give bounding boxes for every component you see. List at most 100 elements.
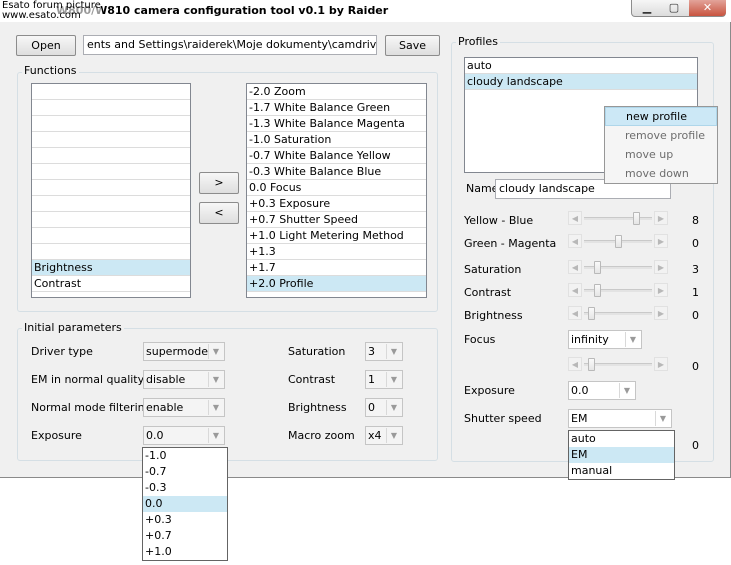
left-arrow-icon[interactable]: ◀: [568, 260, 582, 274]
em-normal-quality-label: EM in normal quality: [31, 373, 145, 386]
driver-type-select[interactable]: supermode ▼: [143, 342, 225, 361]
slider-thumb[interactable]: [594, 261, 602, 274]
profile-exposure-select[interactable]: 0.0 ▼: [568, 381, 636, 400]
profile-brightness-slider[interactable]: ◀ ▶: [568, 305, 668, 322]
shutter-extra-value: 0: [692, 439, 699, 452]
available-function-item[interactable]: [32, 148, 190, 164]
available-function-item[interactable]: [32, 100, 190, 116]
context-menu-item[interactable]: move up: [605, 145, 717, 164]
available-function-item[interactable]: [32, 180, 190, 196]
initial-contrast-select[interactable]: 1 ▼: [365, 370, 403, 389]
exposure-dropdown[interactable]: -1.0 -0.7 -0.3 0.0 +0.3 +0.7 +1.0: [142, 447, 228, 561]
assigned-function-item[interactable]: +1.3: [247, 244, 426, 260]
initial-exposure-select[interactable]: 0.0 ▼: [143, 426, 225, 445]
context-menu-item[interactable]: remove profile: [605, 126, 717, 145]
shutter-speed-option[interactable]: auto: [569, 431, 674, 447]
left-arrow-icon[interactable]: ◀: [568, 211, 582, 225]
open-button[interactable]: Open: [16, 35, 76, 56]
left-arrow-icon[interactable]: ◀: [568, 234, 582, 248]
available-function-item[interactable]: [32, 164, 190, 180]
shutter-speed-select[interactable]: EM ▼: [568, 409, 672, 428]
left-arrow-icon[interactable]: ◀: [568, 306, 582, 320]
macro-zoom-select[interactable]: x4 ▼: [365, 426, 403, 445]
assigned-function-item[interactable]: +2.0 Profile: [247, 276, 426, 292]
chevron-down-icon: ▼: [619, 383, 634, 398]
shutter-speed-option[interactable]: EM: [569, 447, 674, 463]
green-magenta-label: Green - Magenta: [464, 237, 557, 250]
context-menu-item[interactable]: new profile: [605, 107, 717, 126]
available-function-item[interactable]: [32, 132, 190, 148]
assigned-function-item[interactable]: 0.0 Focus: [247, 180, 426, 196]
assigned-function-item[interactable]: +0.3 Exposure: [247, 196, 426, 212]
exposure-option[interactable]: +0.3: [143, 512, 227, 528]
assigned-functions-list[interactable]: -2.0 Zoom -1.7 White Balance Green -1.3 Wh…: [246, 83, 427, 298]
available-function-item[interactable]: [32, 84, 190, 100]
main-window: W800/W810 camera configuration tool v0.1…: [0, 0, 731, 478]
exposure-option[interactable]: +1.0: [143, 544, 227, 560]
assigned-function-item[interactable]: -0.3 White Balance Blue: [247, 164, 426, 180]
exposure-option[interactable]: -0.7: [143, 464, 227, 480]
yellow-blue-slider[interactable]: ◀ ▶: [568, 210, 668, 227]
right-arrow-icon[interactable]: ▶: [654, 283, 668, 297]
profile-contrast-value: 1: [692, 286, 699, 299]
profile-contrast-slider[interactable]: ◀ ▶: [568, 282, 668, 299]
available-functions-list[interactable]: Brightness Contrast: [31, 83, 191, 298]
slider-thumb[interactable]: [587, 358, 595, 371]
available-function-item[interactable]: [32, 212, 190, 228]
slider-thumb[interactable]: [587, 307, 595, 320]
right-arrow-icon[interactable]: ▶: [654, 260, 668, 274]
left-arrow-icon[interactable]: ◀: [568, 283, 582, 297]
right-arrow-icon[interactable]: ▶: [654, 306, 668, 320]
profile-saturation-slider[interactable]: ◀ ▶: [568, 259, 668, 276]
minimize-button[interactable]: ▁: [634, 0, 660, 16]
assigned-function-item[interactable]: -2.0 Zoom: [247, 84, 426, 100]
right-arrow-icon[interactable]: ▶: [654, 211, 668, 225]
add-function-button[interactable]: >: [199, 172, 239, 194]
available-function-item[interactable]: [32, 244, 190, 260]
available-function-item[interactable]: [32, 228, 190, 244]
file-path-field[interactable]: ents and Settings\raiderek\Moje dokument…: [83, 35, 377, 55]
available-function-item[interactable]: [32, 116, 190, 132]
focus-slider[interactable]: ◀ ▶: [568, 356, 668, 373]
exposure-option[interactable]: -1.0: [143, 448, 227, 464]
assigned-function-item[interactable]: -1.0 Saturation: [247, 132, 426, 148]
shutter-speed-value: EM: [571, 412, 588, 425]
close-button[interactable]: ✕: [689, 0, 726, 16]
shutter-speed-dropdown[interactable]: auto EM manual: [568, 430, 675, 480]
assigned-function-item[interactable]: -1.3 White Balance Magenta: [247, 116, 426, 132]
initial-contrast-value: 1: [368, 373, 375, 386]
normal-mode-filtering-select[interactable]: enable ▼: [143, 398, 225, 417]
assigned-function-item[interactable]: +1.0 Light Metering Method: [247, 228, 426, 244]
context-menu-item[interactable]: move down: [605, 164, 717, 183]
slider-thumb[interactable]: [594, 284, 602, 297]
save-button[interactable]: Save: [385, 35, 440, 56]
available-function-item[interactable]: Brightness: [32, 260, 190, 276]
right-arrow-icon[interactable]: ▶: [654, 234, 668, 248]
initial-saturation-select[interactable]: 3 ▼: [365, 342, 403, 361]
right-arrow-icon[interactable]: ▶: [654, 357, 668, 371]
exposure-option[interactable]: +0.7: [143, 528, 227, 544]
exposure-option[interactable]: 0.0: [143, 496, 227, 512]
available-function-item[interactable]: Contrast: [32, 276, 190, 292]
slider-thumb[interactable]: [614, 235, 622, 248]
title-bar[interactable]: W800/W810 camera configuration tool v0.1…: [0, 0, 731, 22]
assigned-function-item[interactable]: -0.7 White Balance Yellow: [247, 148, 426, 164]
left-arrow-icon[interactable]: ◀: [568, 357, 582, 371]
shutter-speed-option[interactable]: manual: [569, 463, 674, 479]
chevron-down-icon: ▼: [386, 400, 401, 415]
green-magenta-slider[interactable]: ◀ ▶: [568, 233, 668, 250]
slider-thumb[interactable]: [632, 212, 640, 225]
assigned-function-item[interactable]: -1.7 White Balance Green: [247, 100, 426, 116]
maximize-button[interactable]: ▢: [661, 0, 687, 16]
profile-item[interactable]: auto: [465, 58, 697, 74]
profile-item[interactable]: cloudy landscape: [465, 74, 697, 90]
remove-function-button[interactable]: <: [199, 202, 239, 224]
em-normal-quality-select[interactable]: disable ▼: [143, 370, 225, 389]
assigned-function-item[interactable]: +1.7: [247, 260, 426, 276]
assigned-function-item[interactable]: +0.7 Shutter Speed: [247, 212, 426, 228]
focus-select[interactable]: infinity ▼: [568, 330, 642, 349]
chevron-down-icon: ▼: [208, 372, 223, 387]
exposure-option[interactable]: -0.3: [143, 480, 227, 496]
initial-brightness-select[interactable]: 0 ▼: [365, 398, 403, 417]
available-function-item[interactable]: [32, 196, 190, 212]
